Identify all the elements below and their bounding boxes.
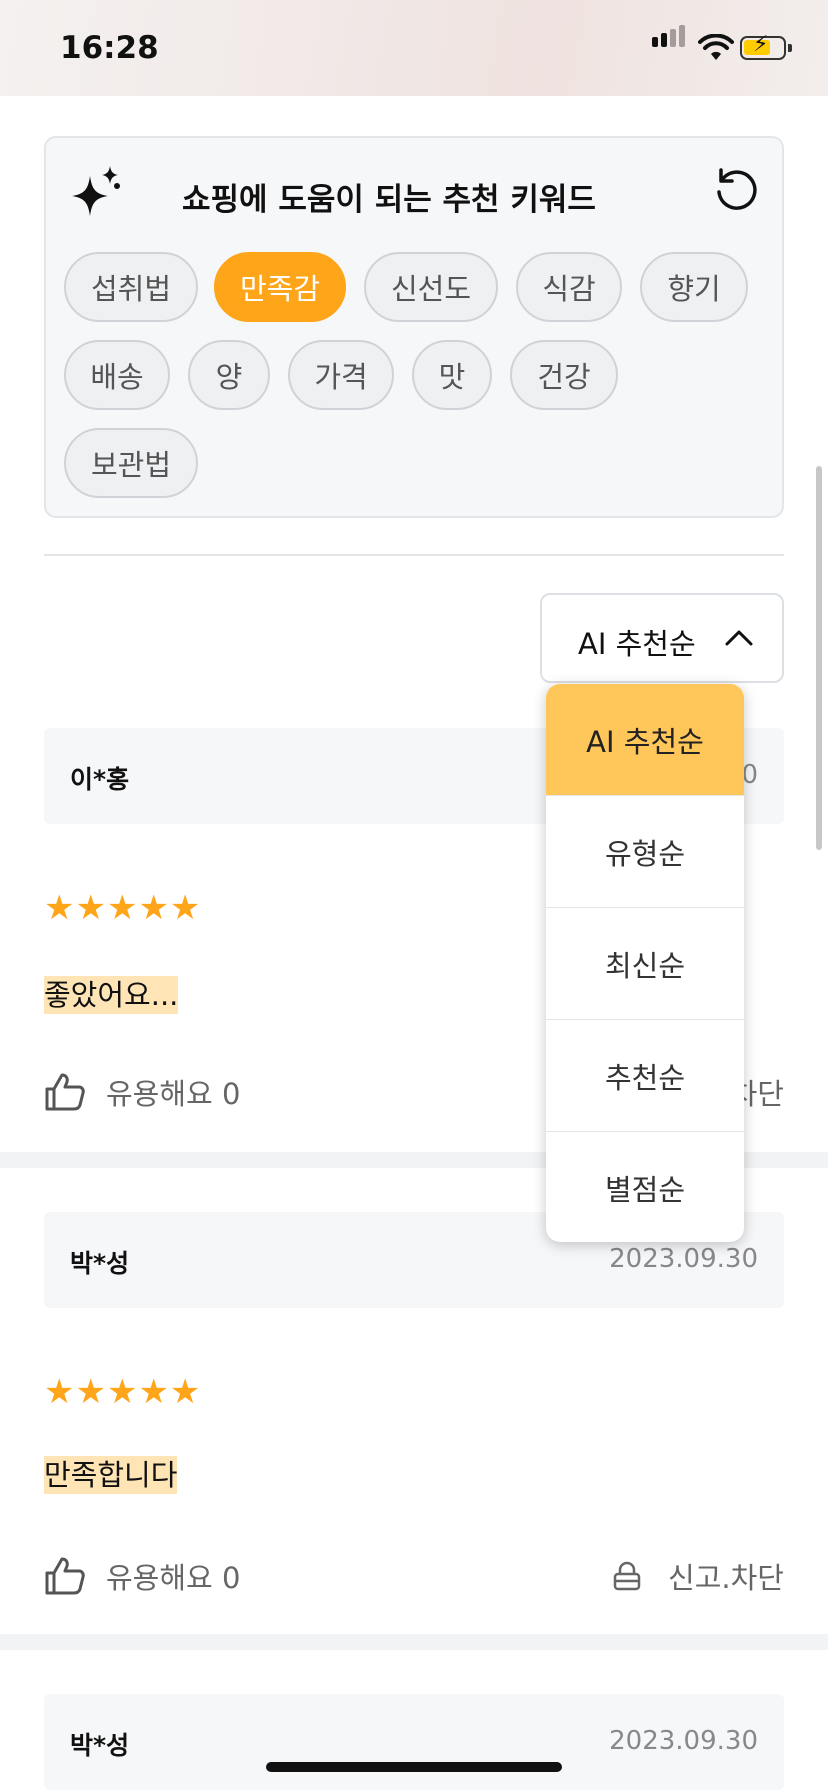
sort-option-latest[interactable]: 최신순 [546, 908, 744, 1020]
status-bar: 16:28 ⚡ [0, 0, 828, 96]
thumbs-up-icon [45, 1073, 85, 1111]
keyword-chip[interactable]: 배송 [64, 340, 170, 410]
review-date: 2023.09.30 [609, 1726, 758, 1756]
keyword-chip-active[interactable]: 만족감 [214, 252, 346, 322]
keyword-chip[interactable]: 식감 [516, 252, 622, 322]
refresh-icon[interactable] [712, 166, 760, 214]
sort-option-type[interactable]: 유형순 [546, 796, 744, 908]
star-rating: ★★★★★ [44, 888, 202, 928]
helpful-button[interactable]: 유용해요 0 [44, 1554, 240, 1598]
keyword-recommendation-card: 쇼핑에 도움이 되는 추천 키워드 섭취법 만족감 신선도 식감 향기 배송 양… [44, 136, 784, 518]
helpful-label: 유용해요 0 [106, 1561, 241, 1595]
sort-option-rating[interactable]: 별점순 [546, 1132, 744, 1242]
reviewer-name: 박*성 [70, 1731, 130, 1760]
sort-option-ai-recommended[interactable]: AI 추천순 [546, 684, 744, 796]
keyword-chip[interactable]: 향기 [640, 252, 748, 322]
sparkle-icon [72, 166, 120, 216]
keyword-chip[interactable]: 신선도 [364, 252, 498, 322]
sort-dropdown-menu: AI 추천순 유형순 최신순 추천순 별점순 [546, 684, 744, 1242]
helpful-label: 유용해요 0 [106, 1077, 241, 1111]
review-text: 만족합니다 [44, 1452, 178, 1494]
review-text: 좋았어요... [44, 972, 179, 1014]
home-indicator[interactable] [266, 1762, 562, 1772]
reviewer-name: 박*성 [70, 1249, 130, 1278]
lock-icon [613, 1561, 641, 1591]
report-block-label: 신고.차단 [668, 1561, 784, 1595]
review-date: 2023.09.30 [609, 1244, 758, 1274]
report-block-button[interactable]: 신고.차단 [612, 1554, 784, 1598]
review-separator [0, 1634, 828, 1650]
status-time: 16:28 [60, 30, 159, 66]
scrollbar[interactable] [816, 466, 822, 850]
thumbs-up-icon [45, 1557, 85, 1595]
keyword-chip[interactable]: 건강 [510, 340, 618, 410]
keyword-chip[interactable]: 보관법 [64, 428, 198, 498]
keyword-chip[interactable]: 양 [188, 340, 270, 410]
keyword-card-title: 쇼핑에 도움이 되는 추천 키워드 [182, 182, 596, 218]
battery-icon: ⚡ [740, 34, 792, 60]
chevron-up-icon [725, 630, 753, 646]
reviewer-name: 이*홍 [70, 765, 130, 794]
helpful-button[interactable]: 유용해요 0 [44, 1070, 240, 1114]
keyword-card-header: 쇼핑에 도움이 되는 추천 키워드 [70, 160, 760, 220]
sort-option-recommended[interactable]: 추천순 [546, 1020, 744, 1132]
review-text-content: 만족합니다 [44, 1456, 178, 1494]
review-header: 박*성 2023.09.30 [44, 1694, 784, 1790]
wifi-icon [698, 34, 734, 60]
keyword-chip[interactable]: 맛 [412, 340, 492, 410]
sort-selected-label: AI 추천순 [578, 627, 696, 661]
section-divider [44, 554, 784, 556]
star-rating: ★★★★★ [44, 1372, 202, 1412]
keyword-chip[interactable]: 섭취법 [64, 252, 198, 322]
keyword-chip[interactable]: 가격 [288, 340, 394, 410]
review-text-content: 좋았어요... [44, 976, 179, 1014]
sort-dropdown-button[interactable]: AI 추천순 [540, 593, 784, 683]
